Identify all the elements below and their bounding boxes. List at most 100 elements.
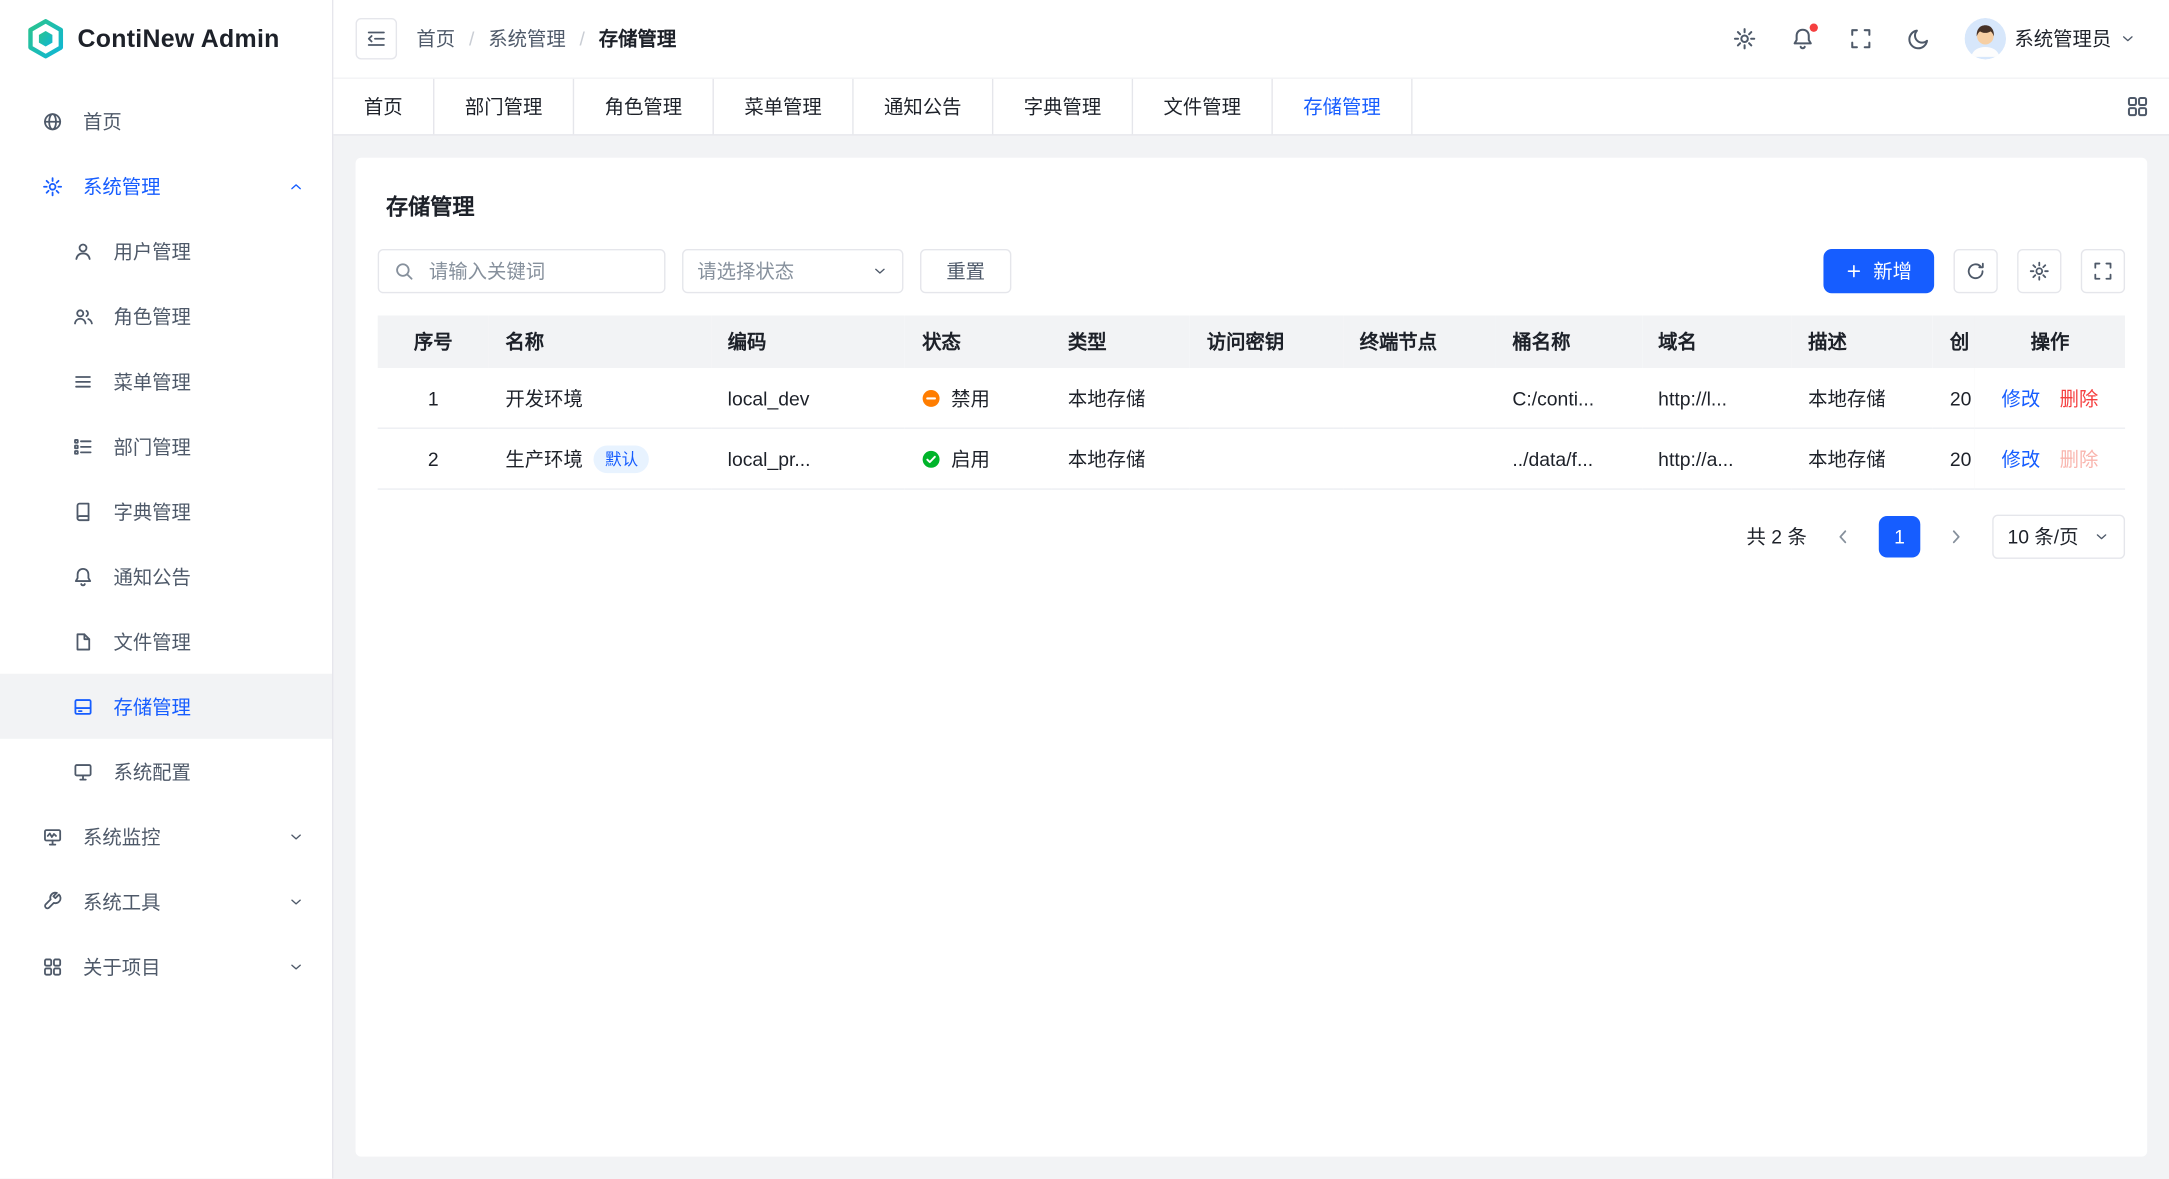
sidebar-item-storage-management[interactable]: 存储管理 — [0, 674, 332, 739]
page-size-value: 10 条/页 — [2007, 523, 2078, 551]
page-number-1[interactable]: 1 — [1879, 516, 1921, 558]
sidebar: ContiNew Admin 首页 系统管理 用户管理 角色管理 — [0, 0, 333, 1179]
edit-link[interactable]: 修改 — [2002, 448, 2041, 470]
sidebar-menu: 首页 系统管理 用户管理 角色管理 菜单管理 部门管理 — [0, 77, 332, 1178]
sidebar-item-system-tools[interactable]: 系统工具 — [0, 869, 332, 934]
cell-status: 启用 — [905, 428, 1051, 489]
page-size-select[interactable]: 10 条/页 — [1992, 515, 2125, 559]
sidebar-item-notice-management[interactable]: 通知公告 — [0, 544, 332, 609]
sidebar-item-label: 关于项目 — [83, 953, 268, 981]
dict-icon — [72, 500, 94, 522]
tab-menu[interactable]: 菜单管理 — [714, 79, 854, 134]
cell-type: 本地存储 — [1051, 428, 1190, 489]
table-header-row: 序号 名称 编码 状态 类型 访问密钥 终端节点 桶名称 域名 描述 创 — [378, 315, 2125, 368]
sidebar-item-menu-management[interactable]: 菜单管理 — [0, 349, 332, 414]
delete-link-disabled: 删除 — [2060, 448, 2099, 470]
status-text: 启用 — [951, 445, 990, 473]
chevron-down-icon — [288, 893, 305, 910]
app-logo[interactable]: ContiNew Admin — [0, 0, 332, 77]
sidebar-item-label: 系统配置 — [113, 757, 304, 785]
plus-icon — [1846, 263, 1863, 280]
sidebar-item-role-management[interactable]: 角色管理 — [0, 284, 332, 349]
app-title: ContiNew Admin — [77, 24, 279, 53]
table-row: 2 生产环境默认 local_pr... 启用 本地存储 — [378, 428, 2125, 489]
cell-bucket: C:/conti... — [1496, 368, 1642, 428]
tab-bar: 首页 部门管理 角色管理 菜单管理 通知公告 字典管理 文件管理 存储管理 — [333, 77, 2169, 135]
cell-domain: http://a... — [1642, 428, 1792, 489]
logo-hexagon-icon — [25, 18, 67, 60]
delete-link[interactable]: 删除 — [2060, 387, 2099, 409]
table-fullscreen-button[interactable] — [2081, 249, 2125, 293]
sidebar-item-dict-management[interactable]: 字典管理 — [0, 479, 332, 544]
column-header-code: 编码 — [711, 315, 905, 368]
cell-access-key — [1190, 368, 1343, 428]
sidebar-item-system-monitor[interactable]: 系统监控 — [0, 804, 332, 869]
sidebar-item-about-project[interactable]: 关于项目 — [0, 934, 332, 999]
storage-card: 存储管理 请选择状态 重置 新增 — [356, 158, 2148, 1157]
next-page-button[interactable] — [1937, 517, 1976, 556]
sidebar-item-home[interactable]: 首页 — [0, 89, 332, 154]
add-button-label: 新增 — [1873, 257, 1912, 285]
menu-fold-icon — [365, 28, 387, 50]
column-header-status: 状态 — [905, 315, 1051, 368]
bell-icon — [72, 565, 94, 587]
tab-role[interactable]: 角色管理 — [574, 79, 714, 134]
cell-description: 本地存储 — [1792, 368, 1934, 428]
edit-link[interactable]: 修改 — [2002, 387, 2041, 409]
tab-dict[interactable]: 字典管理 — [993, 79, 1133, 134]
tab-department[interactable]: 部门管理 — [434, 79, 574, 134]
toolbar: 请选择状态 重置 新增 — [378, 249, 2125, 293]
tab-file[interactable]: 文件管理 — [1133, 79, 1273, 134]
sidebar-item-label: 字典管理 — [113, 497, 304, 525]
refresh-button[interactable] — [1954, 249, 1998, 293]
user-menu[interactable]: 系统管理员 — [1965, 18, 2137, 60]
sidebar-item-file-management[interactable]: 文件管理 — [0, 609, 332, 674]
sidebar-collapse-button[interactable] — [356, 18, 398, 60]
chevron-down-icon — [2120, 30, 2137, 47]
reset-button[interactable]: 重置 — [920, 249, 1011, 293]
storage-name: 生产环境 — [505, 445, 582, 473]
page-content: 存储管理 请选择状态 重置 新增 — [333, 136, 2169, 1179]
add-button[interactable]: 新增 — [1823, 249, 1934, 293]
cell-description: 本地存储 — [1792, 428, 1934, 489]
search-input[interactable] — [426, 259, 650, 284]
sidebar-item-department-management[interactable]: 部门管理 — [0, 414, 332, 479]
sidebar-item-label: 部门管理 — [113, 432, 304, 460]
sidebar-item-system-management[interactable]: 系统管理 — [0, 154, 332, 219]
total-count: 共 2 条 — [1747, 523, 1807, 551]
sidebar-item-user-management[interactable]: 用户管理 — [0, 219, 332, 284]
cell-access-key — [1190, 428, 1343, 489]
column-settings-button[interactable] — [2017, 249, 2061, 293]
home-icon — [42, 110, 64, 132]
tab-storage[interactable]: 存储管理 — [1273, 79, 1413, 134]
cell-created: 20 — [1933, 428, 1975, 489]
chevron-down-icon — [2093, 528, 2110, 545]
sidebar-item-label: 系统管理 — [83, 172, 268, 200]
tab-actions-grid-icon[interactable] — [2125, 79, 2150, 134]
cell-actions: 修改删除 — [1975, 428, 2125, 489]
avatar[interactable] — [1965, 18, 2007, 60]
search-icon — [393, 260, 415, 282]
notifications-icon[interactable] — [1790, 26, 1815, 51]
settings-icon[interactable] — [1732, 26, 1757, 51]
chevron-down-icon — [872, 263, 889, 280]
dept-icon — [72, 435, 94, 457]
tab-home[interactable]: 首页 — [333, 79, 434, 134]
breadcrumb-home[interactable]: 首页 — [416, 25, 455, 53]
dark-mode-icon[interactable] — [1906, 26, 1931, 51]
fullscreen-icon[interactable] — [1848, 26, 1873, 51]
tab-notice[interactable]: 通知公告 — [854, 79, 994, 134]
cell-domain: http://l... — [1642, 368, 1792, 428]
cell-bucket: ../data/f... — [1496, 428, 1642, 489]
sidebar-item-system-config[interactable]: 系统配置 — [0, 739, 332, 804]
list-icon — [72, 370, 94, 392]
cell-no: 1 — [378, 368, 489, 428]
cell-status: 禁用 — [905, 368, 1051, 428]
breadcrumb-system[interactable]: 系统管理 — [488, 25, 565, 53]
top-header: 首页 / 系统管理 / 存储管理 — [333, 0, 2169, 77]
prev-page-button[interactable] — [1823, 517, 1862, 556]
column-header-domain: 域名 — [1642, 315, 1792, 368]
status-select[interactable]: 请选择状态 — [682, 249, 903, 293]
minus-circle-icon — [922, 388, 941, 407]
sidebar-item-label: 角色管理 — [113, 302, 304, 330]
